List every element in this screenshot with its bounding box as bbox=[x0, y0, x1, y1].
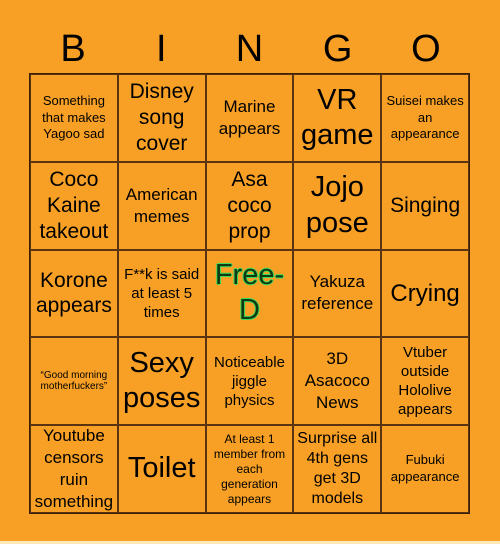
bingo-cell-r4-c0[interactable]: Youtube censors ruin something bbox=[30, 425, 118, 513]
header-letter-i: I bbox=[156, 28, 167, 70]
bingo-cell-r0-c0[interactable]: Something that makes Yagoo sad bbox=[30, 74, 118, 162]
bingo-cell-r1-c1[interactable]: American memes bbox=[117, 161, 206, 250]
bingo-cell-r2-c3[interactable]: Yakuza reference bbox=[293, 249, 382, 338]
bingo-cell-r3-c4[interactable]: Vtuber outside Hololive appears bbox=[381, 337, 469, 426]
bingo-cell-r0-c4[interactable]: Suisei makes an appearance bbox=[381, 74, 469, 162]
bingo-grid: Something that makes Yagoo sad Disney so… bbox=[29, 73, 470, 514]
bingo-header: B I N G O bbox=[29, 26, 470, 72]
bingo-cell-r0-c1[interactable]: Disney song cover bbox=[117, 74, 206, 162]
bingo-cell-r2-c0[interactable]: Korone appears bbox=[30, 249, 118, 338]
bingo-cell-r4-c3[interactable]: Surprise all 4th gens get 3D models bbox=[293, 425, 382, 513]
header-letter-b: B bbox=[60, 28, 86, 70]
bingo-cell-r1-c3[interactable]: Jojo pose bbox=[293, 161, 382, 250]
bingo-cell-r1-c2[interactable]: Asa coco prop bbox=[205, 161, 294, 250]
bingo-cell-r1-c4[interactable]: Singing bbox=[381, 161, 469, 250]
header-letter-g: G bbox=[322, 28, 353, 70]
bingo-card: B I N G O Something that makes Yagoo sad… bbox=[0, 0, 500, 544]
bingo-cell-r0-c2[interactable]: Marine appears bbox=[205, 74, 294, 162]
bingo-cell-r3-c0[interactable]: “Good morning motherfuckers” bbox=[30, 337, 118, 426]
bingo-cell-r4-c4[interactable]: Fubuki appearance bbox=[381, 425, 469, 513]
bingo-cell-r2-c1[interactable]: F**k is said at least 5 times bbox=[117, 249, 206, 338]
bingo-cell-r0-c3[interactable]: VR game bbox=[293, 74, 382, 162]
bingo-cell-r4-c1[interactable]: Toilet bbox=[117, 425, 206, 513]
bingo-cell-r2-c4[interactable]: Crying bbox=[381, 249, 469, 338]
bingo-cell-r1-c0[interactable]: Coco Kaine takeout bbox=[30, 161, 118, 250]
free-space-cell[interactable]: Free-D bbox=[205, 249, 294, 338]
header-letter-o: O bbox=[411, 28, 441, 70]
bingo-cell-r4-c2[interactable]: At least 1 member from each generation a… bbox=[205, 425, 294, 513]
bingo-cell-r3-c2[interactable]: Noticeable jiggle physics bbox=[205, 337, 294, 426]
bingo-cell-r3-c1[interactable]: Sexy poses bbox=[117, 337, 206, 426]
header-letter-n: N bbox=[235, 28, 264, 70]
bingo-cell-r3-c3[interactable]: 3D Asacoco News bbox=[293, 337, 382, 426]
